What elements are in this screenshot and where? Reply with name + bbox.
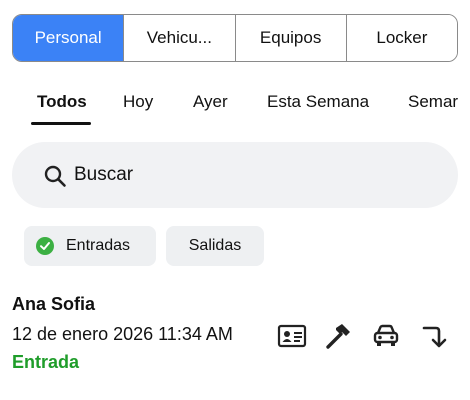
record-datetime: 12 de enero 2026 11:34 AM — [12, 324, 233, 344]
segment-equipos[interactable]: Equipos — [234, 15, 346, 61]
hammer-icon[interactable] — [322, 320, 354, 352]
filter-chip-salidas[interactable]: Salidas — [166, 226, 264, 266]
tab-semana-pasada[interactable]: Semar — [408, 92, 458, 112]
tab-esta-semana[interactable]: Esta Semana — [267, 92, 369, 112]
segment-personal[interactable]: Personal — [13, 15, 124, 61]
category-segmented-control: Personal Vehicu... Equipos Locker — [12, 14, 458, 62]
tab-hoy[interactable]: Hoy — [123, 92, 153, 112]
search-bar[interactable] — [12, 142, 458, 208]
record-status: Entrada — [12, 352, 80, 372]
tab-ayer[interactable]: Ayer — [193, 92, 228, 112]
search-icon — [44, 165, 66, 187]
date-filter-tabs: Todos Hoy Ayer Esta Semana Semar — [0, 84, 470, 128]
check-circle-icon — [36, 237, 54, 255]
filter-chip-entradas[interactable]: Entradas — [24, 226, 156, 266]
id-card-icon[interactable] — [276, 320, 308, 352]
tab-todos[interactable]: Todos — [37, 92, 87, 112]
search-input[interactable] — [74, 160, 434, 190]
record-actions — [272, 320, 462, 352]
record-name: Ana Sofia — [12, 294, 96, 314]
chip-label: Entradas — [66, 237, 131, 254]
turn-down-arrow-icon[interactable] — [418, 320, 450, 352]
chip-label: Salidas — [188, 237, 242, 254]
active-tab-indicator — [31, 122, 91, 125]
car-icon[interactable] — [370, 320, 402, 352]
segment-vehiculos[interactable]: Vehicu... — [123, 15, 235, 61]
segment-locker[interactable]: Locker — [345, 15, 457, 61]
